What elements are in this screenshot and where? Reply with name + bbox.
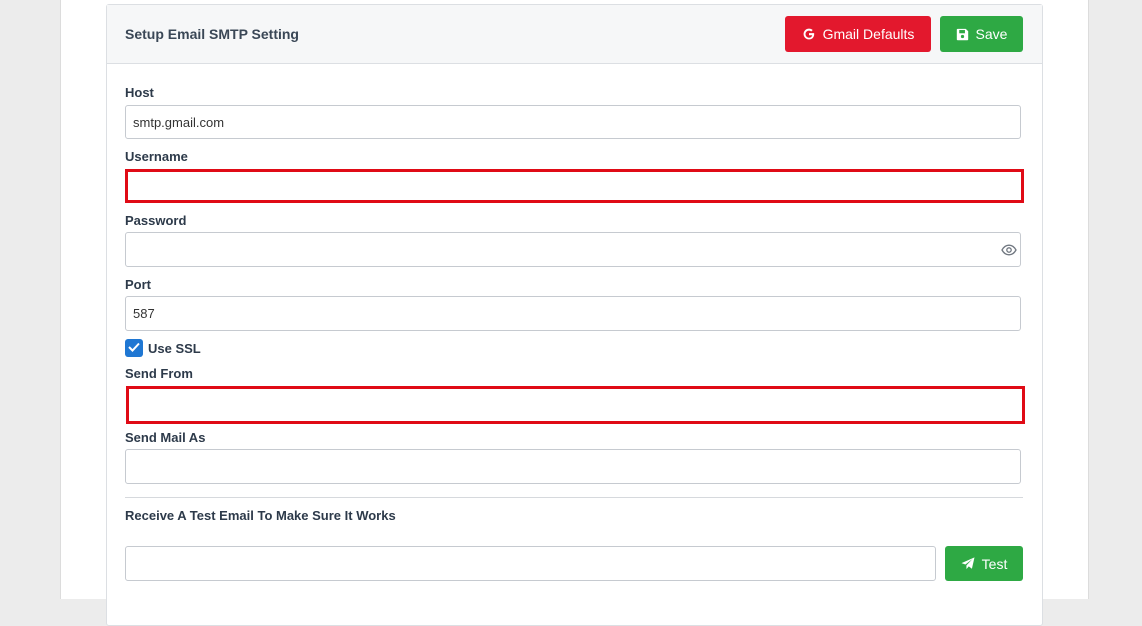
floppy-disk-icon xyxy=(956,28,969,41)
card-header: Setup Email SMTP Setting Gmail Defaults … xyxy=(107,5,1042,64)
port-label: Port xyxy=(125,277,151,292)
test-button-label: Test xyxy=(981,555,1008,572)
eye-icon[interactable] xyxy=(1001,243,1017,257)
use-ssl-checkbox[interactable] xyxy=(125,339,143,357)
gmail-defaults-label: Gmail Defaults xyxy=(822,26,915,42)
username-label: Username xyxy=(125,149,188,164)
card-title: Setup Email SMTP Setting xyxy=(125,26,299,42)
host-input[interactable] xyxy=(125,105,1021,139)
port-input[interactable] xyxy=(125,296,1021,331)
send-mail-as-label: Send Mail As xyxy=(125,430,206,445)
test-email-input[interactable] xyxy=(125,546,936,581)
section-divider xyxy=(125,497,1023,498)
test-button[interactable]: Test xyxy=(945,546,1023,581)
paper-plane-icon xyxy=(961,557,975,570)
send-mail-as-input[interactable] xyxy=(125,449,1021,484)
test-email-heading: Receive A Test Email To Make Sure It Wor… xyxy=(125,508,396,523)
gmail-defaults-button[interactable]: Gmail Defaults xyxy=(785,16,931,52)
use-ssl-label: Use SSL xyxy=(148,341,201,356)
checkmark-icon xyxy=(128,339,140,357)
save-label: Save xyxy=(975,26,1008,42)
send-from-label: Send From xyxy=(125,366,193,381)
password-label: Password xyxy=(125,213,187,228)
password-input[interactable] xyxy=(125,232,1021,267)
host-label: Host xyxy=(125,85,154,100)
send-from-input[interactable] xyxy=(126,386,1025,424)
google-g-icon xyxy=(802,27,816,41)
username-input[interactable] xyxy=(125,169,1024,203)
save-button[interactable]: Save xyxy=(940,16,1023,52)
